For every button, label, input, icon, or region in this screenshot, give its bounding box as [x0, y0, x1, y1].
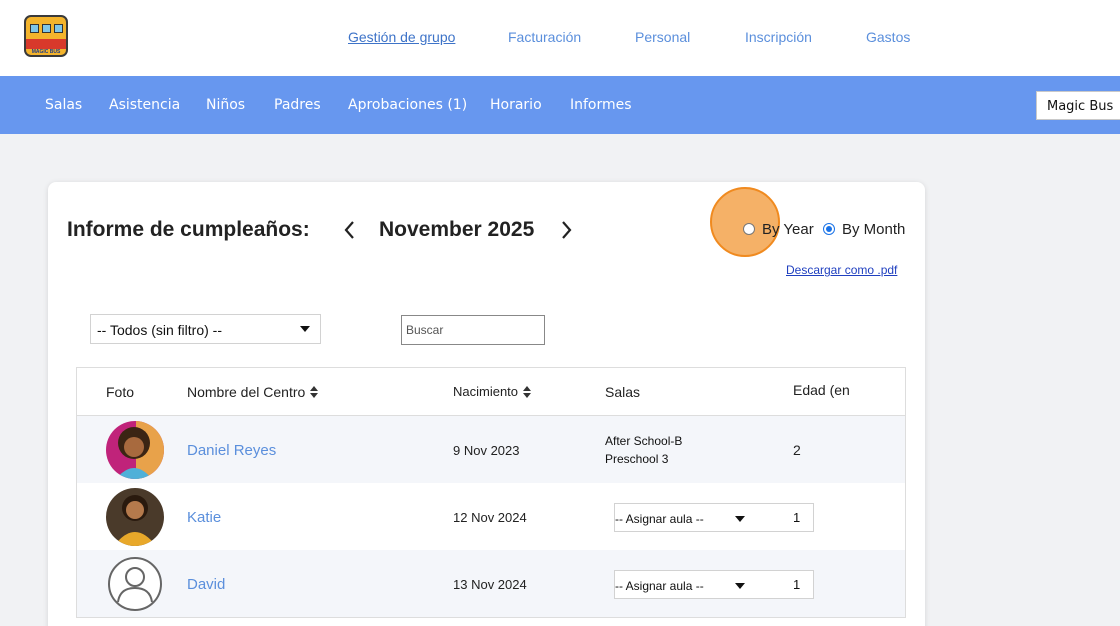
header-birth-label: Nacimiento	[453, 384, 519, 399]
child-avatar	[106, 421, 164, 479]
placeholder-person-icon	[108, 557, 162, 611]
room-filter-select[interactable]: -- Todos (sin filtro) --	[90, 314, 321, 344]
report-title: Informe de cumpleaños:	[67, 218, 310, 241]
nav-item-schedule[interactable]: Horario	[490, 97, 542, 113]
child-avatar	[106, 555, 164, 613]
top-nav-enrollment[interactable]: Inscripción	[745, 29, 812, 45]
nav-item-reports[interactable]: Informes	[570, 97, 632, 113]
child-avatar	[106, 488, 164, 546]
download-pdf-link[interactable]: Descargar como .pdf	[786, 263, 897, 277]
table-row: Katie 12 Nov 2024 -- Asignar aula -- 1	[77, 483, 905, 550]
school-selector-button[interactable]: Magic Bus	[1036, 91, 1120, 120]
child-birth-date: 13 Nov 2024	[453, 577, 527, 592]
main-nav-bar: Salas Asistencia Niños Padres Aprobacion…	[0, 76, 1120, 134]
top-nav-staff[interactable]: Personal	[635, 29, 690, 45]
logo-band	[26, 39, 66, 49]
child-birth-date: 12 Nov 2024	[453, 510, 527, 525]
table-row: David 13 Nov 2024 -- Asignar aula -- 1	[77, 550, 905, 617]
nav-item-attendance[interactable]: Asistencia	[109, 97, 180, 113]
assign-room-value: -- Asignar aula --	[615, 512, 704, 526]
header-birth[interactable]: Nacimiento	[453, 384, 532, 399]
nav-item-approvals[interactable]: Aprobaciones (1)	[348, 97, 467, 113]
by-month-label[interactable]: By Month	[842, 221, 905, 238]
child-photo-icon	[106, 488, 164, 546]
nav-item-parents[interactable]: Padres	[274, 97, 321, 113]
child-name-link[interactable]: Daniel Reyes	[187, 442, 276, 459]
next-month-button[interactable]	[561, 219, 573, 247]
magic-bus-logo[interactable]: MAGIC BUS	[24, 15, 68, 57]
logo-window	[42, 24, 51, 33]
search-input[interactable]	[401, 315, 545, 345]
previous-month-button[interactable]	[343, 219, 355, 247]
assign-room-select[interactable]: -- Asignar aula -- 1	[614, 503, 814, 532]
nav-item-rooms[interactable]: Salas	[45, 97, 82, 113]
child-age: 1	[793, 510, 801, 525]
header-rooms: Salas	[605, 384, 641, 400]
room-filter-value: -- Todos (sin filtro) --	[97, 322, 222, 338]
caret-down-icon	[735, 516, 745, 522]
birthday-table: Foto Nombre del Centro Nacimiento Salas …	[76, 367, 906, 618]
top-nav-expenses[interactable]: Gastos	[866, 29, 910, 45]
chevron-left-icon	[344, 221, 354, 239]
nav-item-children[interactable]: Niños	[206, 97, 245, 113]
chevron-right-icon	[562, 221, 572, 239]
report-period: November 2025	[379, 218, 535, 241]
assign-room-value: -- Asignar aula --	[615, 579, 704, 593]
logo-window	[54, 24, 63, 33]
by-year-radio[interactable]	[743, 223, 755, 235]
child-name-link[interactable]: David	[187, 576, 225, 593]
child-age: 2	[793, 442, 801, 458]
logo-window	[30, 24, 39, 33]
assign-room-select[interactable]: -- Asignar aula -- 1	[614, 570, 814, 599]
caret-down-icon	[300, 326, 310, 332]
by-month-radio[interactable]	[823, 223, 835, 235]
header-name[interactable]: Nombre del Centro	[187, 384, 319, 400]
top-header: MAGIC BUS Gestión de grupo Facturación P…	[0, 0, 1120, 76]
child-rooms: After School-B Preschool 3	[605, 432, 682, 468]
child-photo-icon	[106, 421, 164, 479]
caret-down-icon	[735, 583, 745, 589]
child-birth-date: 9 Nov 2023	[453, 443, 520, 458]
table-header: Foto Nombre del Centro Nacimiento Salas …	[77, 368, 905, 416]
top-nav-group-management[interactable]: Gestión de grupo	[348, 29, 455, 45]
child-name-link[interactable]: Katie	[187, 509, 221, 526]
by-year-label[interactable]: By Year	[762, 221, 814, 238]
top-nav-billing[interactable]: Facturación	[508, 29, 581, 45]
logo-text: MAGIC BUS	[31, 49, 61, 55]
sort-icon	[310, 386, 319, 399]
header-photo: Foto	[106, 384, 135, 400]
child-age: 1	[793, 577, 801, 592]
table-row: Daniel Reyes 9 Nov 2023 After School-B P…	[77, 416, 905, 483]
room-name: Preschool 3	[605, 452, 669, 466]
sort-icon	[523, 385, 532, 398]
room-name: After School-B	[605, 434, 683, 448]
header-name-label: Nombre del Centro	[187, 384, 306, 400]
header-age: Edad (en	[793, 382, 850, 398]
